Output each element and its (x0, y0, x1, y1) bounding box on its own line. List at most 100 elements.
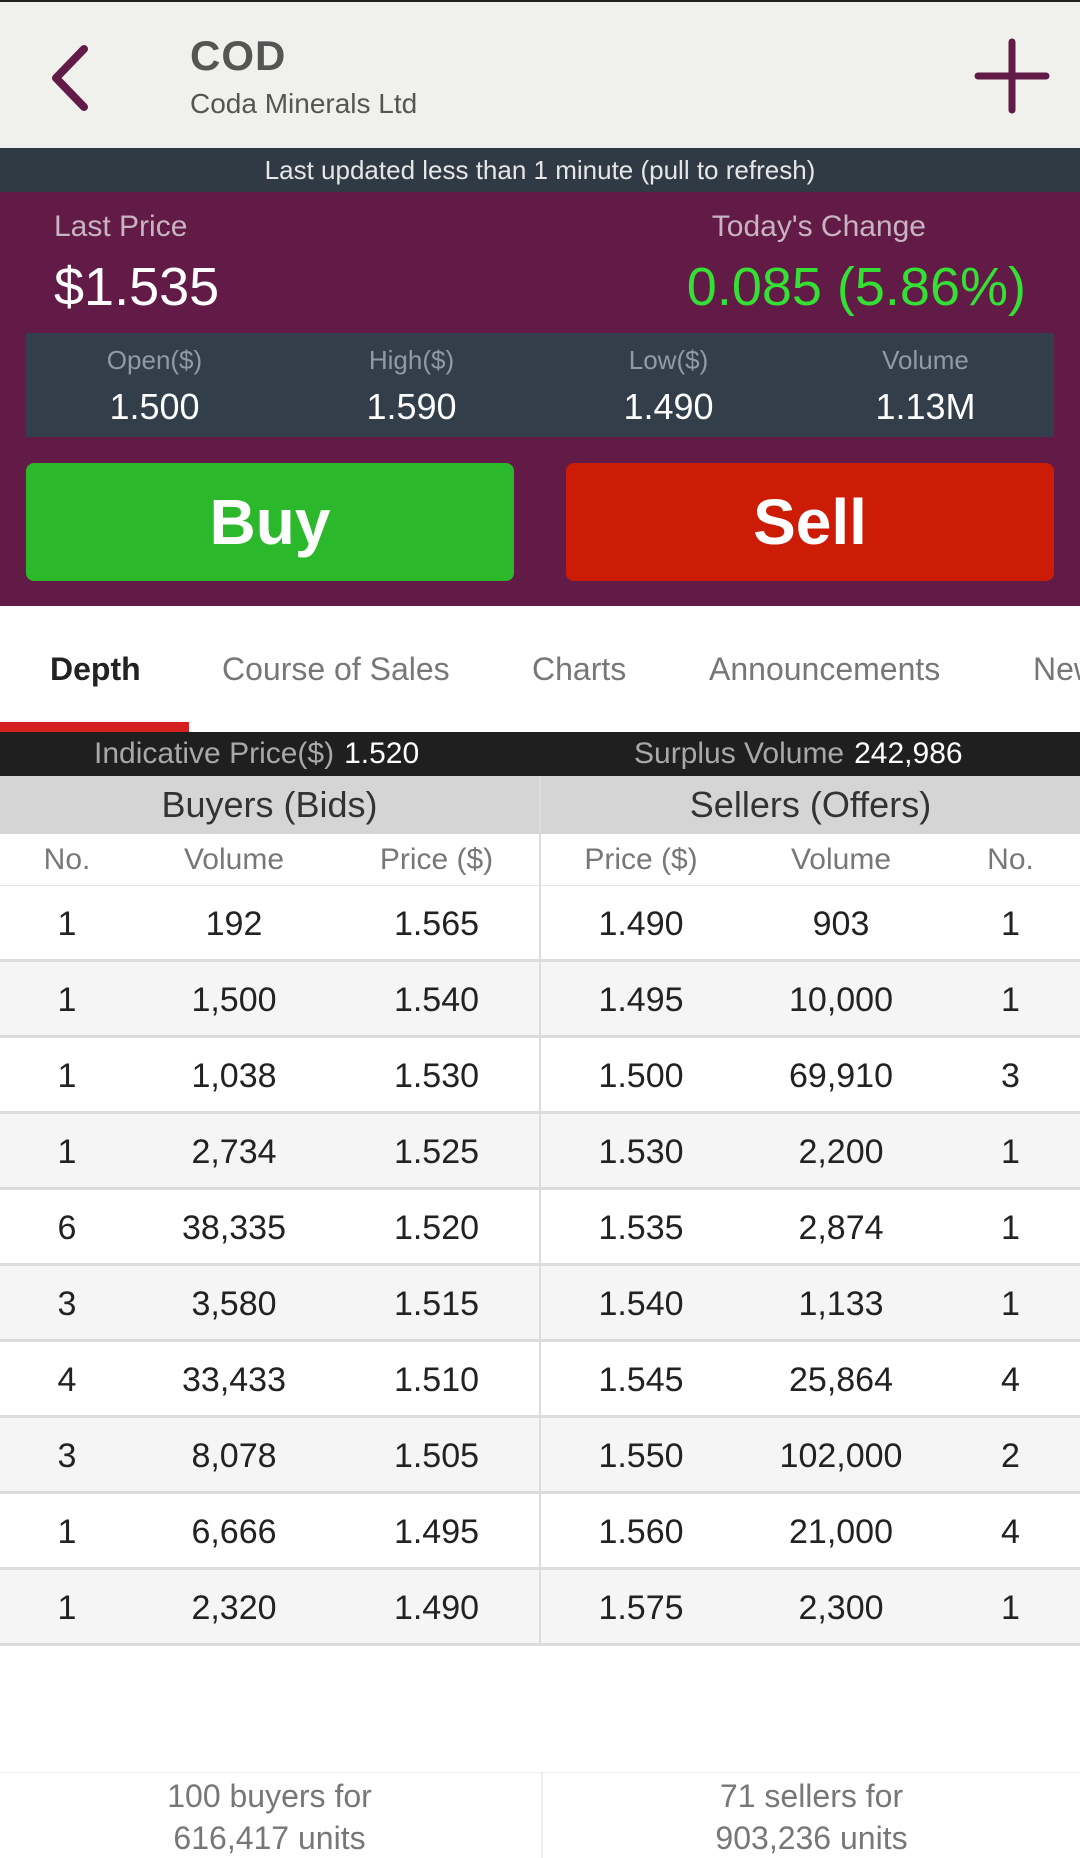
ask-volume: 10,000 (789, 981, 893, 1019)
ask-count: 1 (1001, 1285, 1020, 1323)
stat-label: High($) (368, 345, 455, 375)
ask-volume: 2,200 (798, 1133, 884, 1171)
stock-ticker: COD (190, 32, 287, 79)
ask-volume: 69,910 (789, 1057, 893, 1095)
bid-count: 1 (57, 1589, 77, 1627)
bid-price: 1.505 (393, 1437, 480, 1475)
ask-price: 1.535 (598, 1209, 684, 1247)
bid-count: 4 (57, 1361, 77, 1399)
ask-count: 1 (1001, 1589, 1020, 1627)
buyers-units: 616,417 units (173, 1820, 366, 1856)
ask-count: 2 (1001, 1437, 1020, 1475)
ask-price: 1.540 (598, 1285, 684, 1323)
ask-count: 1 (1001, 981, 1020, 1019)
plus-icon (974, 38, 1050, 114)
tab-announcements[interactable]: Announcements (709, 606, 940, 732)
sellers-count: 71 sellers for (719, 1778, 904, 1814)
table-divider (539, 776, 541, 1644)
bid-price: 1.520 (393, 1209, 480, 1247)
bid-volume: 33,433 (182, 1361, 286, 1399)
stat-volume: Volume 1.13M (797, 333, 1054, 437)
last-price-label: Last Price (54, 210, 188, 243)
col-bid-no: No. (43, 843, 91, 876)
tab-news[interactable]: News (1033, 606, 1080, 732)
bid-volume: 1,038 (191, 1057, 277, 1095)
buyers-summary: 100 buyers for 616,417 units (0, 1773, 539, 1858)
bid-volume: 8,078 (191, 1437, 277, 1475)
bid-volume: 2,320 (191, 1589, 277, 1627)
stat-value: 1.590 (366, 386, 457, 427)
todays-change-label: Today's Change (711, 210, 926, 243)
ask-volume: 102,000 (779, 1437, 903, 1475)
ask-price: 1.575 (598, 1589, 684, 1627)
bid-volume: 2,734 (191, 1133, 277, 1171)
stat-label: Low($) (628, 345, 709, 375)
bid-volume: 38,335 (182, 1209, 286, 1247)
bid-count: 1 (57, 1057, 77, 1095)
bid-price: 1.525 (393, 1133, 480, 1171)
quote-panel: Last Price $1.535 Today's Change 0.085 (… (0, 192, 1080, 606)
last-price-value: $1.535 (54, 257, 220, 317)
bid-count: 1 (57, 1513, 77, 1551)
bid-count: 1 (57, 905, 77, 943)
back-button[interactable] (36, 38, 106, 118)
buyers-count: 100 buyers for (167, 1778, 372, 1814)
buy-button[interactable]: Buy (26, 463, 514, 581)
bid-price: 1.565 (393, 905, 480, 943)
sellers-summary: 71 sellers for 903,236 units (541, 1773, 1080, 1858)
stat-label: Volume (882, 345, 969, 375)
surplus-volume: Surplus Volume 242,986 (634, 732, 963, 776)
bid-price: 1.490 (393, 1589, 480, 1627)
col-bid-price: Price ($) (379, 843, 494, 876)
bid-price: 1.530 (393, 1057, 480, 1095)
tab-course-of-sales[interactable]: Course of Sales (222, 606, 450, 732)
ask-volume: 2,874 (798, 1209, 884, 1247)
app-header: COD Coda Minerals Ltd (0, 0, 1080, 148)
ask-count: 4 (1001, 1361, 1020, 1399)
todays-change-value: 0.085 (5.86%) (686, 257, 1026, 317)
indicative-price-label: Indicative Price($) (94, 737, 335, 770)
last-updated-bar[interactable]: Last updated less than 1 minute (pull to… (0, 148, 1080, 192)
chevron-left-icon (52, 45, 88, 111)
ask-price: 1.545 (598, 1361, 684, 1399)
title-block: COD Coda Minerals Ltd (190, 32, 417, 120)
sellers-units: 903,236 units (715, 1820, 908, 1856)
bid-volume: 6,666 (191, 1513, 277, 1551)
ask-price: 1.530 (598, 1133, 684, 1171)
bid-volume: 1,500 (191, 981, 277, 1019)
ask-volume: 1,133 (798, 1285, 884, 1323)
active-tab-indicator (0, 722, 189, 732)
bid-count: 6 (57, 1209, 77, 1247)
bid-count: 3 (57, 1285, 77, 1323)
col-ask-price: Price ($) (584, 843, 698, 876)
ask-count: 1 (1001, 1209, 1020, 1247)
tab-charts[interactable]: Charts (532, 606, 626, 732)
add-to-watchlist-button[interactable] (974, 38, 1050, 114)
sell-button[interactable]: Sell (566, 463, 1054, 581)
ask-price: 1.495 (598, 981, 684, 1019)
ask-volume: 25,864 (789, 1361, 893, 1399)
col-bid-volume: Volume (183, 843, 285, 876)
tab-bar: Depth Course of Sales Charts Announcemen… (0, 606, 1080, 732)
ask-count: 4 (1001, 1513, 1020, 1551)
ask-count: 1 (1001, 1133, 1020, 1171)
depth-summary-footer: 100 buyers for 616,417 units 71 sellers … (0, 1772, 1080, 1858)
ask-price: 1.490 (598, 905, 684, 943)
indicative-price: Indicative Price($) 1.520 (94, 732, 419, 776)
ask-volume: 2,300 (798, 1589, 884, 1627)
stat-value: 1.13M (875, 386, 976, 427)
ask-price: 1.560 (598, 1513, 684, 1551)
bid-price: 1.515 (393, 1285, 480, 1323)
bid-count: 3 (57, 1437, 77, 1475)
tab-depth[interactable]: Depth (50, 606, 141, 732)
ask-price: 1.500 (598, 1057, 684, 1095)
ask-count: 3 (1001, 1057, 1020, 1095)
bid-price: 1.495 (393, 1513, 480, 1551)
indicative-bar: Indicative Price($) 1.520 Surplus Volume 2… (0, 732, 1080, 776)
surplus-volume-value: 242,986 (854, 737, 963, 770)
company-name: Coda Minerals Ltd (190, 88, 418, 119)
ask-volume: 21,000 (789, 1513, 893, 1551)
ask-count: 1 (1001, 905, 1020, 943)
bid-volume: 3,580 (191, 1285, 277, 1323)
buyers-header: Buyers (Bids) (0, 776, 539, 834)
